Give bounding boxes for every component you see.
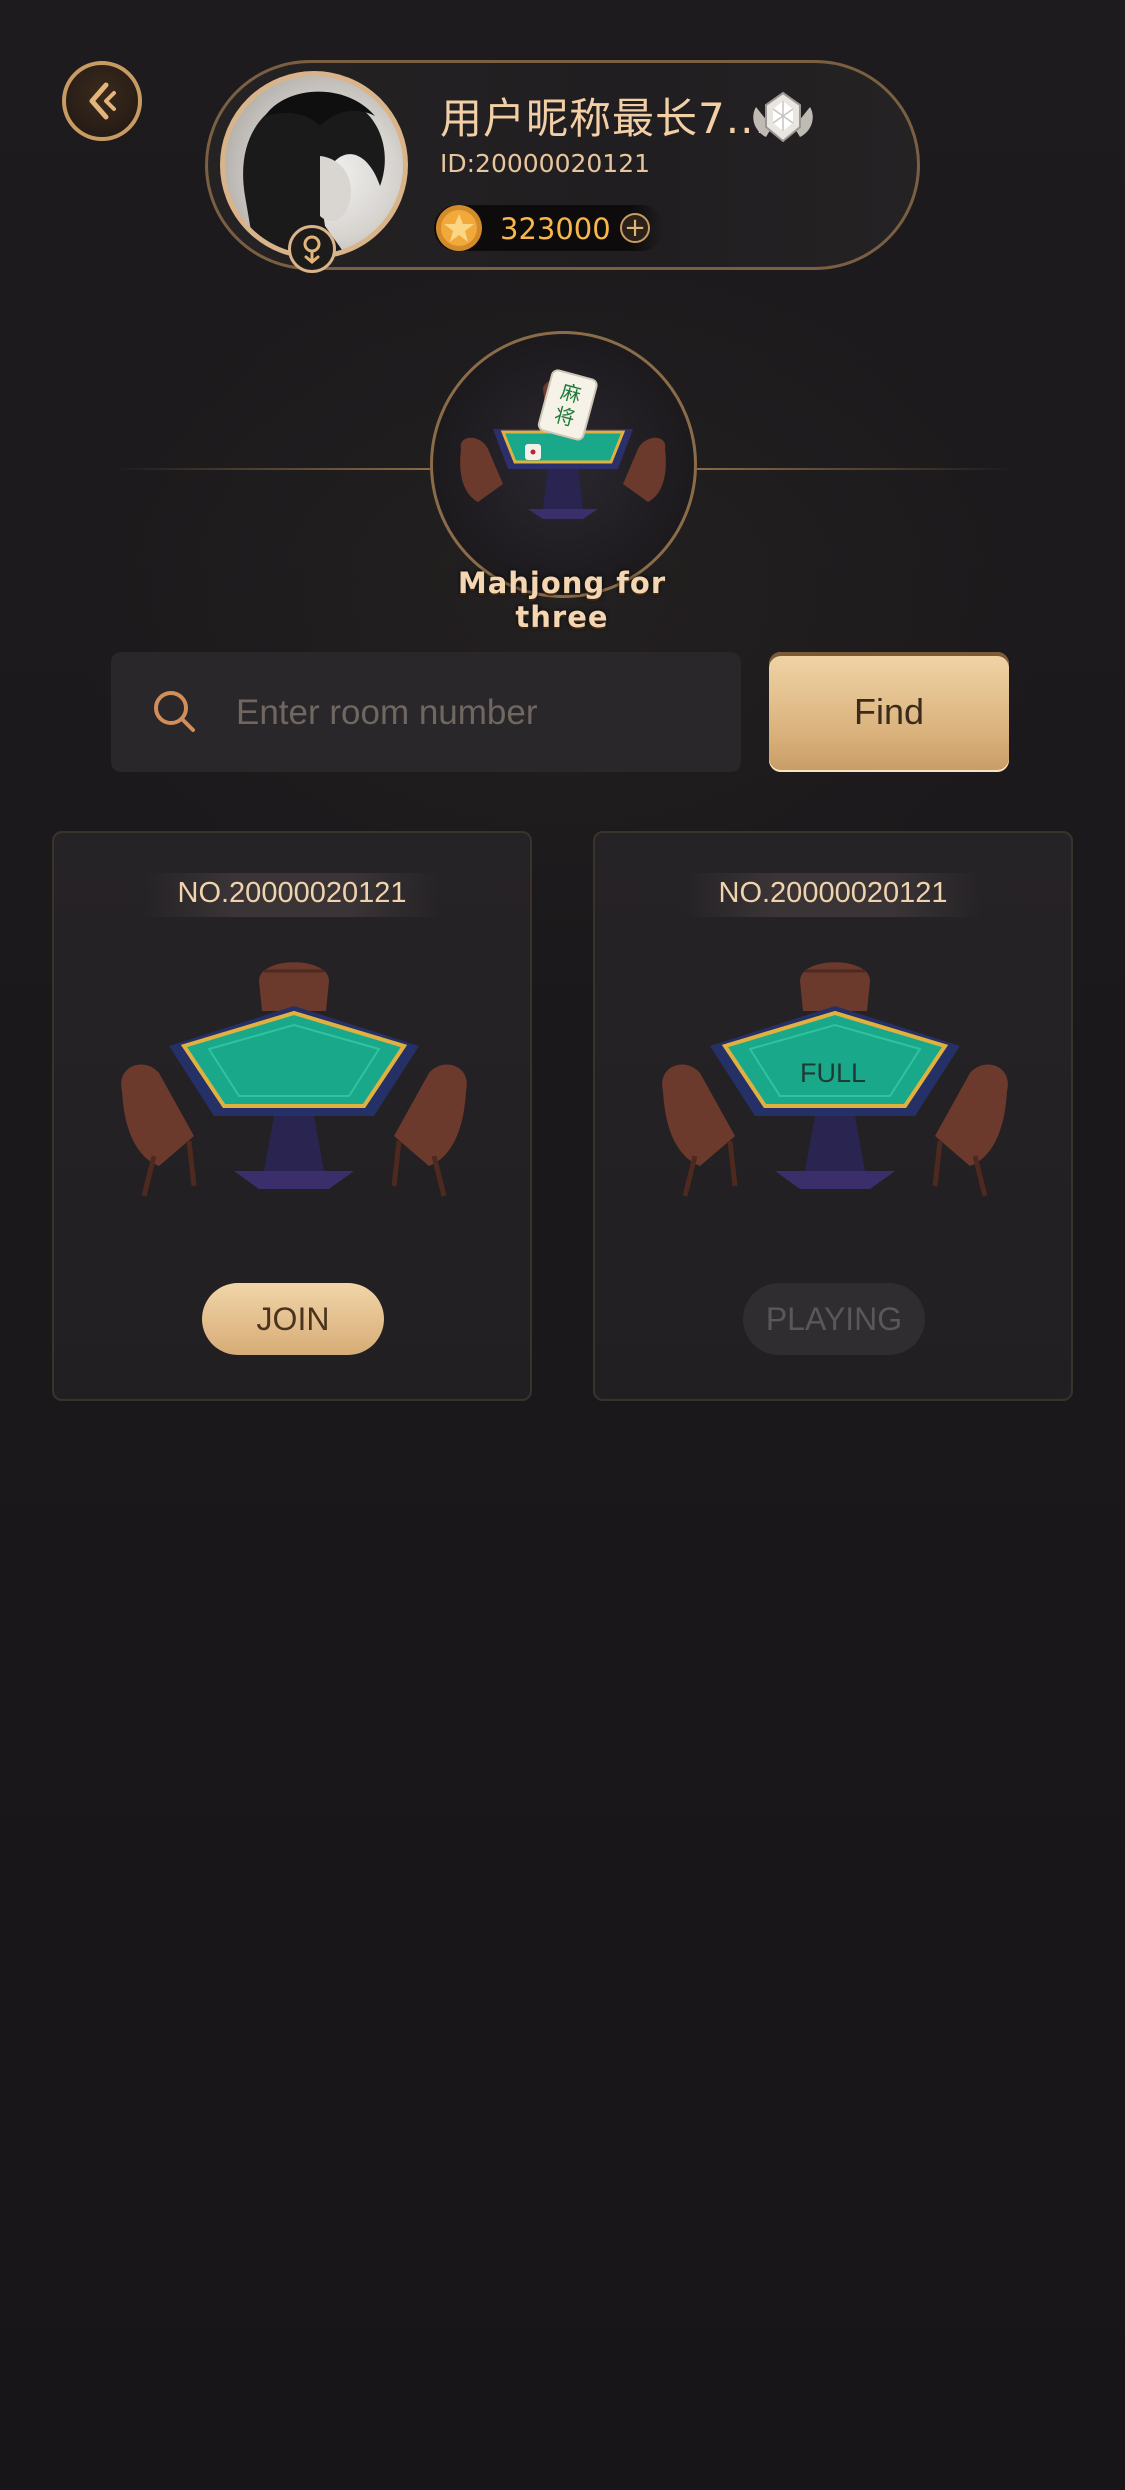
game-emblem: 麻 将 [430, 331, 697, 598]
playing-status-button[interactable]: PLAYING [743, 1283, 925, 1355]
coin-icon [436, 205, 482, 251]
divider-right [697, 468, 1017, 470]
mahjong-table-icon: 麻 将 [460, 369, 666, 519]
user-nickname: 用户昵称最长7... [440, 94, 769, 143]
room-card[interactable]: NO.20000020121 JOIN [52, 831, 532, 1401]
diamond-badge-icon [753, 91, 813, 143]
room-number: NO.20000020121 [718, 877, 948, 909]
back-button[interactable] [62, 61, 142, 141]
divider-left [110, 468, 430, 470]
chevron-left-icon [89, 82, 116, 120]
join-room-button[interactable]: JOIN [202, 1283, 384, 1355]
female-icon [303, 235, 321, 264]
game-title: Mahjong for three [457, 566, 667, 634]
add-coins-button[interactable]: + [620, 213, 650, 243]
mahjong-table-icon [121, 962, 467, 1197]
search-icon [154, 691, 195, 732]
profile-card[interactable]: 用户昵称最长7... ID:20000020121 323000 + [205, 60, 920, 273]
coin-amount: 323000 [500, 212, 611, 246]
coin-balance: 323000 + [434, 205, 664, 251]
gender-badge [288, 225, 336, 273]
room-full-label: FULL [799, 1058, 867, 1088]
find-button[interactable]: Find [769, 652, 1009, 772]
plus-icon: + [624, 213, 646, 243]
room-number-input[interactable] [234, 682, 718, 744]
user-id: ID:20000020121 [440, 149, 651, 178]
room-card[interactable]: NO.20000020121 FULL PLAYING [593, 831, 1073, 1401]
room-number: NO.20000020121 [177, 877, 407, 909]
room-search-box[interactable] [111, 652, 741, 772]
